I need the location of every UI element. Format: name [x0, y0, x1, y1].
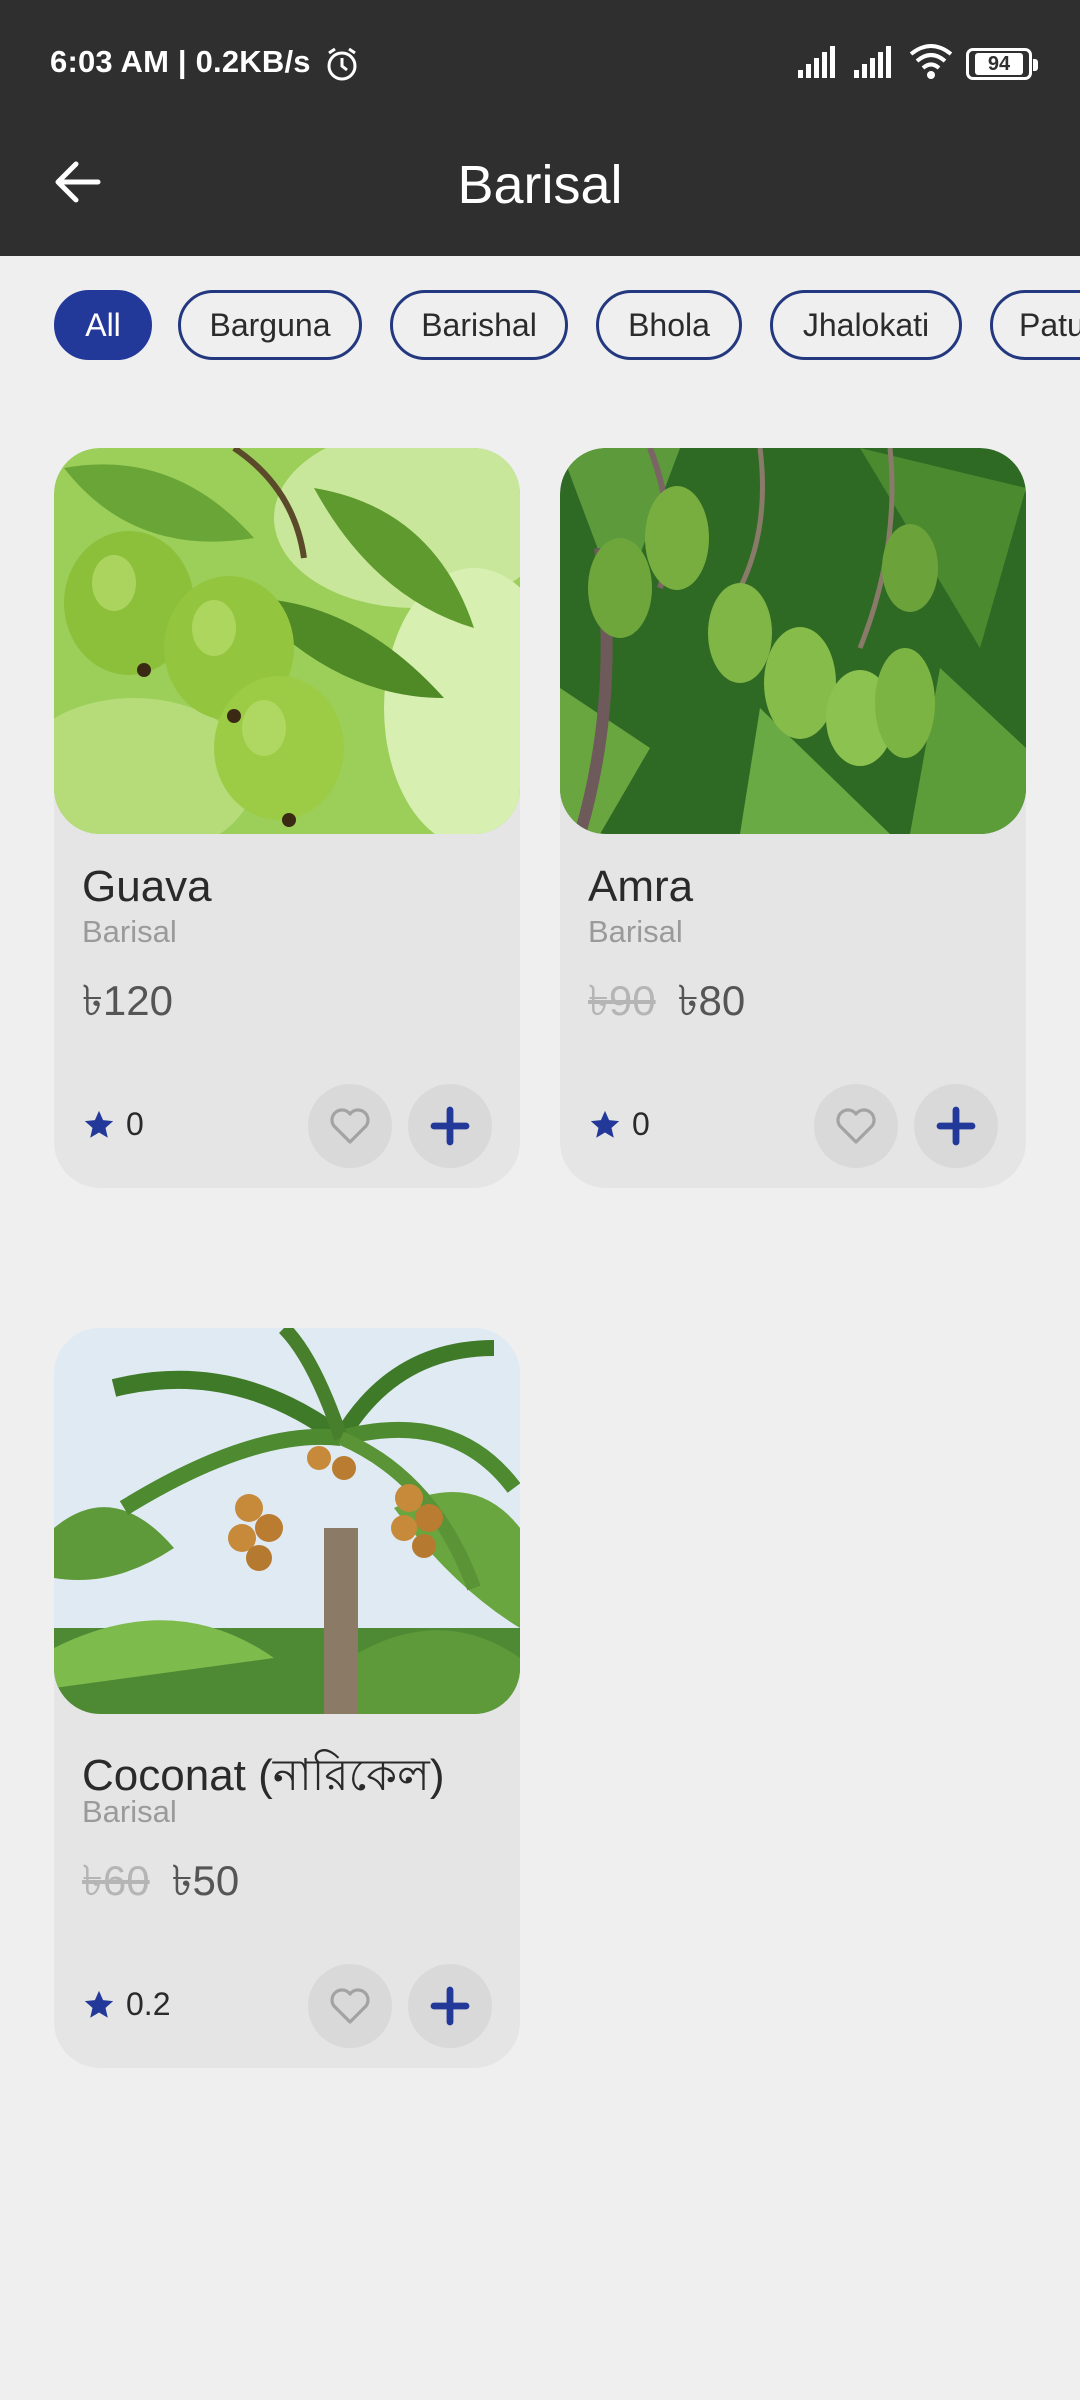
product-price: ৳60 ৳50 [82, 1848, 239, 1919]
plus-icon [430, 1986, 470, 2026]
product-location: Barisal [82, 914, 177, 949]
plus-icon [430, 1106, 470, 1146]
add-to-cart-button[interactable] [914, 1084, 998, 1168]
current-price: ৳120 [82, 977, 173, 1024]
favorite-button[interactable] [814, 1084, 898, 1168]
chip-barguna[interactable]: Barguna [178, 290, 362, 360]
chip-bhola[interactable]: Bhola [596, 290, 742, 360]
signal-icon [798, 46, 835, 78]
heart-icon [330, 1988, 370, 2024]
star-icon [590, 1110, 620, 1138]
product-location: Barisal [588, 914, 683, 949]
add-to-cart-button[interactable] [408, 1964, 492, 2048]
coconut-tree-image [54, 1328, 520, 1714]
amra-image [560, 448, 1026, 834]
alarm-icon [327, 47, 357, 81]
rating: 0 [82, 1106, 144, 1143]
wifi-icon [909, 44, 953, 79]
favorite-button[interactable] [308, 1964, 392, 2048]
rating: 0.2 [82, 1986, 170, 2023]
page-title: Barisal [457, 155, 623, 215]
chip-barishal[interactable]: Barishal [390, 290, 568, 360]
app-bar: Barisal [0, 128, 1080, 256]
product-card[interactable]: Coconat (নারিকেল) Barisal ৳60 ৳50 0.2 [54, 1328, 520, 2068]
district-filter-chips: All Barguna Barishal Bhola Jhalokati Pat… [0, 290, 1080, 362]
top-bar: 6:03 AM | 0.2KB/s 94 Barisal [0, 0, 1080, 256]
product-price: ৳120 [82, 968, 173, 1039]
rating-value: 0 [126, 1106, 144, 1142]
rating-value: 0 [632, 1106, 650, 1142]
status-time-speed: 6:03 AM | 0.2KB/s [50, 44, 311, 79]
heart-icon [836, 1108, 876, 1144]
star-icon [84, 1990, 114, 2018]
original-price: ৳60 [82, 1857, 150, 1904]
original-price: ৳90 [588, 977, 656, 1024]
product-card[interactable]: Amra Barisal ৳90 ৳80 0 [560, 448, 1026, 1188]
product-location: Barisal [82, 1794, 177, 1829]
product-name: Amra [588, 862, 694, 911]
rating-value: 0.2 [126, 1986, 171, 2022]
plus-icon [936, 1106, 976, 1146]
status-bar: 6:03 AM | 0.2KB/s 94 [0, 0, 1080, 128]
add-to-cart-button[interactable] [408, 1084, 492, 1168]
rating: 0 [588, 1106, 650, 1143]
product-card[interactable]: Guava Barisal ৳120 0 [54, 448, 520, 1188]
guava-image [54, 448, 520, 834]
chip-jhalokati[interactable]: Jhalokati [770, 290, 962, 360]
battery-icon: 94 [966, 48, 1038, 80]
product-name: Guava [82, 862, 212, 911]
star-icon [84, 1110, 114, 1138]
battery-level: 94 [975, 53, 1023, 75]
chip-all[interactable]: All [54, 290, 152, 360]
signal-icon [854, 46, 891, 78]
favorite-button[interactable] [308, 1084, 392, 1168]
heart-icon [330, 1108, 370, 1144]
chip-patu[interactable]: Patu [990, 290, 1080, 360]
current-price: ৳80 [677, 977, 746, 1024]
current-price: ৳50 [171, 1857, 240, 1904]
product-price: ৳90 ৳80 [588, 968, 745, 1039]
